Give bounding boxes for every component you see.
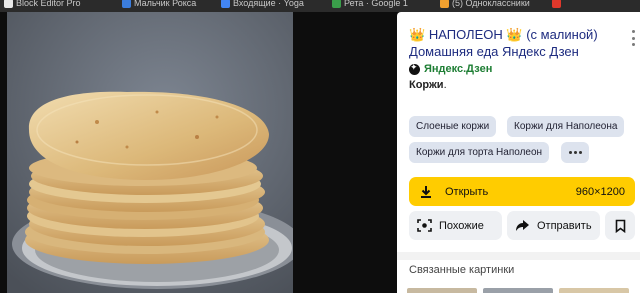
bookmark-favicon-icon (221, 0, 230, 8)
preview-image[interactable] (7, 12, 293, 293)
crown-emoji: 👑 (506, 27, 523, 42)
title-line2: Домашняя еда Яндекс Дзен (409, 44, 579, 59)
section-divider (397, 252, 640, 260)
bookmark-button[interactable] (605, 211, 635, 240)
bookmark-label: Рета · Google 1 (344, 0, 408, 8)
bookmark-favicon-icon (332, 0, 341, 8)
more-vertical-icon[interactable] (627, 28, 639, 48)
similar-label: Похожие (439, 219, 484, 232)
bookmark-favicon-icon (440, 0, 449, 8)
related-thumbnail[interactable] (483, 288, 553, 293)
image-title-link[interactable]: 👑 НАПОЛЕОН 👑 (с малиной) Домашняя еда Ян… (409, 26, 614, 60)
title-suffix: (с малиной) (526, 27, 598, 42)
resolution-label: 960×1200 (575, 185, 625, 198)
bookmark-favicon-icon (122, 0, 131, 8)
bookmark-item[interactable]: Block Editor Pro (4, 0, 81, 10)
related-images-strip (397, 288, 640, 293)
bookmark-item[interactable]: Мальчик Рокса (122, 0, 196, 10)
open-image-button[interactable]: Открыть 960×1200 (409, 177, 635, 206)
bookmark-label: Block Editor Pro (16, 0, 81, 8)
dzen-icon (409, 62, 420, 75)
tag-chip[interactable]: Коржи для торта Наполеон (409, 142, 550, 163)
source-link[interactable]: Яндекс.Дзен (409, 62, 493, 75)
image-description: Коржи. (409, 79, 447, 91)
related-thumbnail[interactable] (559, 288, 629, 293)
bookmark-item[interactable]: Рета · Google 1 (332, 0, 408, 10)
share-label: Отправить (537, 219, 592, 232)
napoleon-crusts-photo (7, 12, 293, 293)
share-button[interactable]: Отправить (507, 211, 600, 240)
bookmark-item[interactable]: (5) Одноклассники (440, 0, 530, 10)
bookmark-item[interactable] (552, 0, 564, 10)
bookmark-label: Входящие · Yoga (233, 0, 304, 8)
share-arrow-icon (516, 220, 529, 231)
tag-chip[interactable]: Слоеные коржи (409, 116, 497, 137)
image-viewer (0, 12, 397, 293)
similar-button[interactable]: Похожие (409, 211, 502, 240)
bookmark-icon (615, 219, 625, 233)
bookmark-label: (5) Одноклассники (452, 0, 530, 8)
bookmark-label: Мальчик Рокса (134, 0, 197, 8)
bookmark-favicon-icon (4, 0, 13, 8)
description-text: Коржи (409, 79, 444, 91)
lens-icon (417, 219, 432, 232)
image-details-panel: 👑 НАПОЛЕОН 👑 (с малиной) Домашняя еда Ян… (397, 12, 640, 293)
related-thumbnail[interactable] (407, 288, 477, 293)
bookmark-favicon-icon (552, 0, 561, 8)
title-main: НАПОЛЕОН (428, 27, 503, 42)
bookmark-item[interactable]: Входящие · Yoga (221, 0, 304, 10)
bookmarks-bar: Block Editor Pro Мальчик Рокса Входящие … (0, 0, 640, 12)
more-tags-button[interactable] (561, 142, 589, 163)
open-label: Открыть (445, 185, 489, 198)
source-name: Яндекс.Дзен (424, 63, 493, 75)
download-icon (421, 185, 431, 198)
crown-emoji: 👑 (409, 27, 426, 42)
related-images-title: Связанные картинки (409, 264, 515, 276)
tag-chip[interactable]: Коржи для Наполеона (507, 116, 625, 137)
description-suffix: . (443, 79, 447, 91)
